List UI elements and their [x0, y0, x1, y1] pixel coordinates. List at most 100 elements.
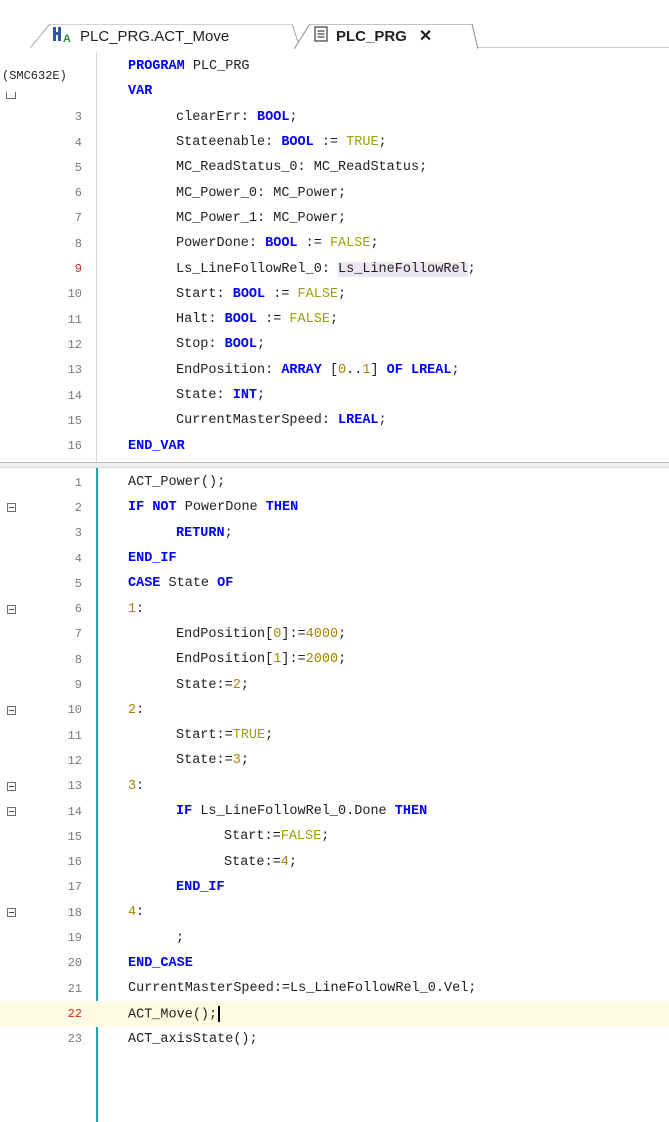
code-text: EndPosition[0]:=4000; [176, 626, 347, 642]
literal-token: FALSE [289, 312, 330, 328]
code-text: END_IF [128, 551, 177, 566]
code-line[interactable]: 5 MC_ReadStatus_0: MC_ReadStatus; [0, 155, 669, 180]
code-line[interactable]: 15 Start:=FALSE; [0, 824, 669, 849]
code-line[interactable]: 10 Start: BOOL := FALSE; [0, 282, 669, 307]
tab-label: PLC_PRG.ACT_Move [80, 27, 230, 45]
collapse-icon[interactable] [7, 781, 16, 791]
number-token: 3 [128, 778, 137, 794]
line-number: 11 [67, 312, 82, 327]
code-text: ACT_axisState(); [128, 1031, 258, 1047]
keyword-token: VAR [128, 84, 153, 100]
code-line[interactable]: 9 Ls_LineFollowRel_0: Ls_LineFollowRel; [0, 256, 669, 281]
code-line[interactable]: 21 CurrentMasterSpeed:=Ls_LineFollowRel_0… [0, 976, 669, 1001]
code-line[interactable]: 4 Stateenable: BOOL := TRUE; [0, 130, 669, 155]
code-line[interactable]: 1 ACT_Power(); [0, 470, 669, 495]
code-line[interactable]: 9 State:=2; [0, 672, 669, 697]
collapse-icon[interactable] [7, 604, 16, 614]
collapse-icon[interactable] [7, 806, 16, 816]
code-line[interactable]: 7 EndPosition[0]:=4000; [0, 622, 669, 647]
code-text: END_VAR [128, 439, 185, 454]
code-line[interactable]: 5 CASE State OF [0, 571, 669, 596]
line-number: 8 [74, 236, 82, 251]
code-text: END_IF [176, 880, 225, 895]
code-line[interactable]: 17 END_IF [0, 875, 669, 900]
line-number: 10 [67, 703, 82, 718]
code-line[interactable]: 22 ACT_Move(); [0, 1001, 669, 1027]
keyword-token: BOOL [281, 135, 314, 151]
code-text: ACT_Move(); [128, 1005, 221, 1022]
keyword-token: BOOL [224, 312, 258, 328]
line-number: 12 [67, 753, 82, 768]
collapse-icon[interactable] [7, 908, 16, 918]
code-text: ACT_Power(); [128, 475, 226, 491]
number-token: 4000 [305, 626, 339, 642]
line-number: 6 [74, 186, 82, 201]
code-line[interactable]: 19; [0, 925, 669, 950]
code-line[interactable]: 2 IF NOT PowerDone THEN [0, 495, 669, 520]
keyword-token: ARRAY [281, 362, 322, 378]
line-number: 3 [74, 110, 82, 125]
line-number: 4 [74, 135, 82, 150]
close-tab-icon[interactable]: ✕ [419, 26, 432, 46]
code-line[interactable]: 6 1: [0, 597, 669, 622]
code-line[interactable]: PROGRAM PLC_PRG [0, 54, 669, 79]
action-icon: A [52, 25, 72, 47]
line-number: 5 [74, 576, 82, 591]
code-line[interactable]: 14 IF Ls_LineFollowRel_0.Done THEN [0, 799, 669, 824]
code-text: END_CASE [128, 956, 193, 971]
code-line[interactable]: 7 MC_Power_1: MC_Power; [0, 206, 669, 231]
collapse-icon[interactable] [7, 705, 16, 715]
line-number: 21 [67, 981, 82, 996]
code-line[interactable]: 8 PowerDone: BOOL := FALSE; [0, 231, 669, 256]
code-line[interactable]: 18 4: [0, 900, 669, 925]
code-line[interactable]: 20 END_CASE [0, 951, 669, 976]
collapse-icon[interactable] [7, 503, 16, 513]
tab-plc-prg[interactable]: PLC_PRG ✕ [294, 24, 478, 49]
keyword-token: PROGRAM [128, 59, 185, 75]
code-line[interactable]: VAR [0, 79, 669, 104]
code-line[interactable]: 10 2: [0, 698, 669, 723]
number-token: 2 [128, 702, 137, 718]
code-line[interactable]: 6 MC_Power_0: MC_Power; [0, 181, 669, 206]
code-line[interactable]: 4 END_IF [0, 546, 669, 571]
keyword-token: BOOL [224, 337, 258, 353]
line-number: 16 [67, 439, 82, 454]
keyword-token: IF [128, 500, 145, 516]
code-line[interactable]: 3 clearErr: BOOL; [0, 105, 669, 130]
code-text: State:=2; [176, 677, 249, 693]
code-line[interactable]: 12 Stop: BOOL; [0, 332, 669, 357]
code-line[interactable]: 12 State:=3; [0, 748, 669, 773]
line-number: 4 [74, 551, 82, 566]
line-number: 23 [67, 1032, 82, 1047]
line-number: 12 [67, 337, 82, 352]
implementation-editor[interactable]: 1 ACT_Power(); 2 IF NOT PowerDone THEN 3 RETU… [0, 468, 669, 1122]
literal-token: TRUE [232, 728, 266, 744]
number-token: 3 [232, 753, 241, 769]
code-line[interactable]: 16 State:=4; [0, 850, 669, 875]
code-line[interactable]: 16 END_VAR [0, 434, 669, 459]
code-line[interactable]: 13 EndPosition: ARRAY [0..1] OF LREAL; [0, 358, 669, 383]
line-number: 19 [67, 931, 82, 946]
keyword-token: CASE [128, 576, 161, 592]
declaration-editor[interactable]: (SMC632E) PROGRAM PLC_PRG VAR 3 clearErr: B… [0, 52, 669, 462]
code-line[interactable]: 11 Start:=TRUE; [0, 723, 669, 748]
code-line[interactable]: 11 Halt: BOOL := FALSE; [0, 307, 669, 332]
code-text: State: INT; [176, 388, 266, 404]
code-line[interactable]: 13 3: [0, 774, 669, 799]
code-line[interactable]: 15 CurrentMasterSpeed: LREAL; [0, 408, 669, 433]
line-number: 18 [67, 905, 82, 920]
code-text: RETURN; [176, 525, 233, 541]
code-text: 2: [128, 702, 145, 718]
tab-plc-prg-act-move[interactable]: A PLC_PRG.ACT_Move [30, 24, 300, 48]
code-line[interactable]: 14 State: INT; [0, 383, 669, 408]
line-number: 9 [74, 678, 82, 693]
code-line[interactable]: 3 RETURN; [0, 521, 669, 546]
line-number: 9 [74, 262, 82, 277]
code-text: Start: BOOL := FALSE; [176, 286, 347, 302]
literal-token: FALSE [329, 236, 371, 252]
code-line[interactable]: 23 ACT_axisState(); [0, 1027, 669, 1052]
line-number: 7 [74, 211, 82, 226]
code-line[interactable]: 8 EndPosition[1]:=2000; [0, 647, 669, 672]
code-text: VAR [128, 84, 152, 99]
line-number: 15 [67, 413, 82, 428]
